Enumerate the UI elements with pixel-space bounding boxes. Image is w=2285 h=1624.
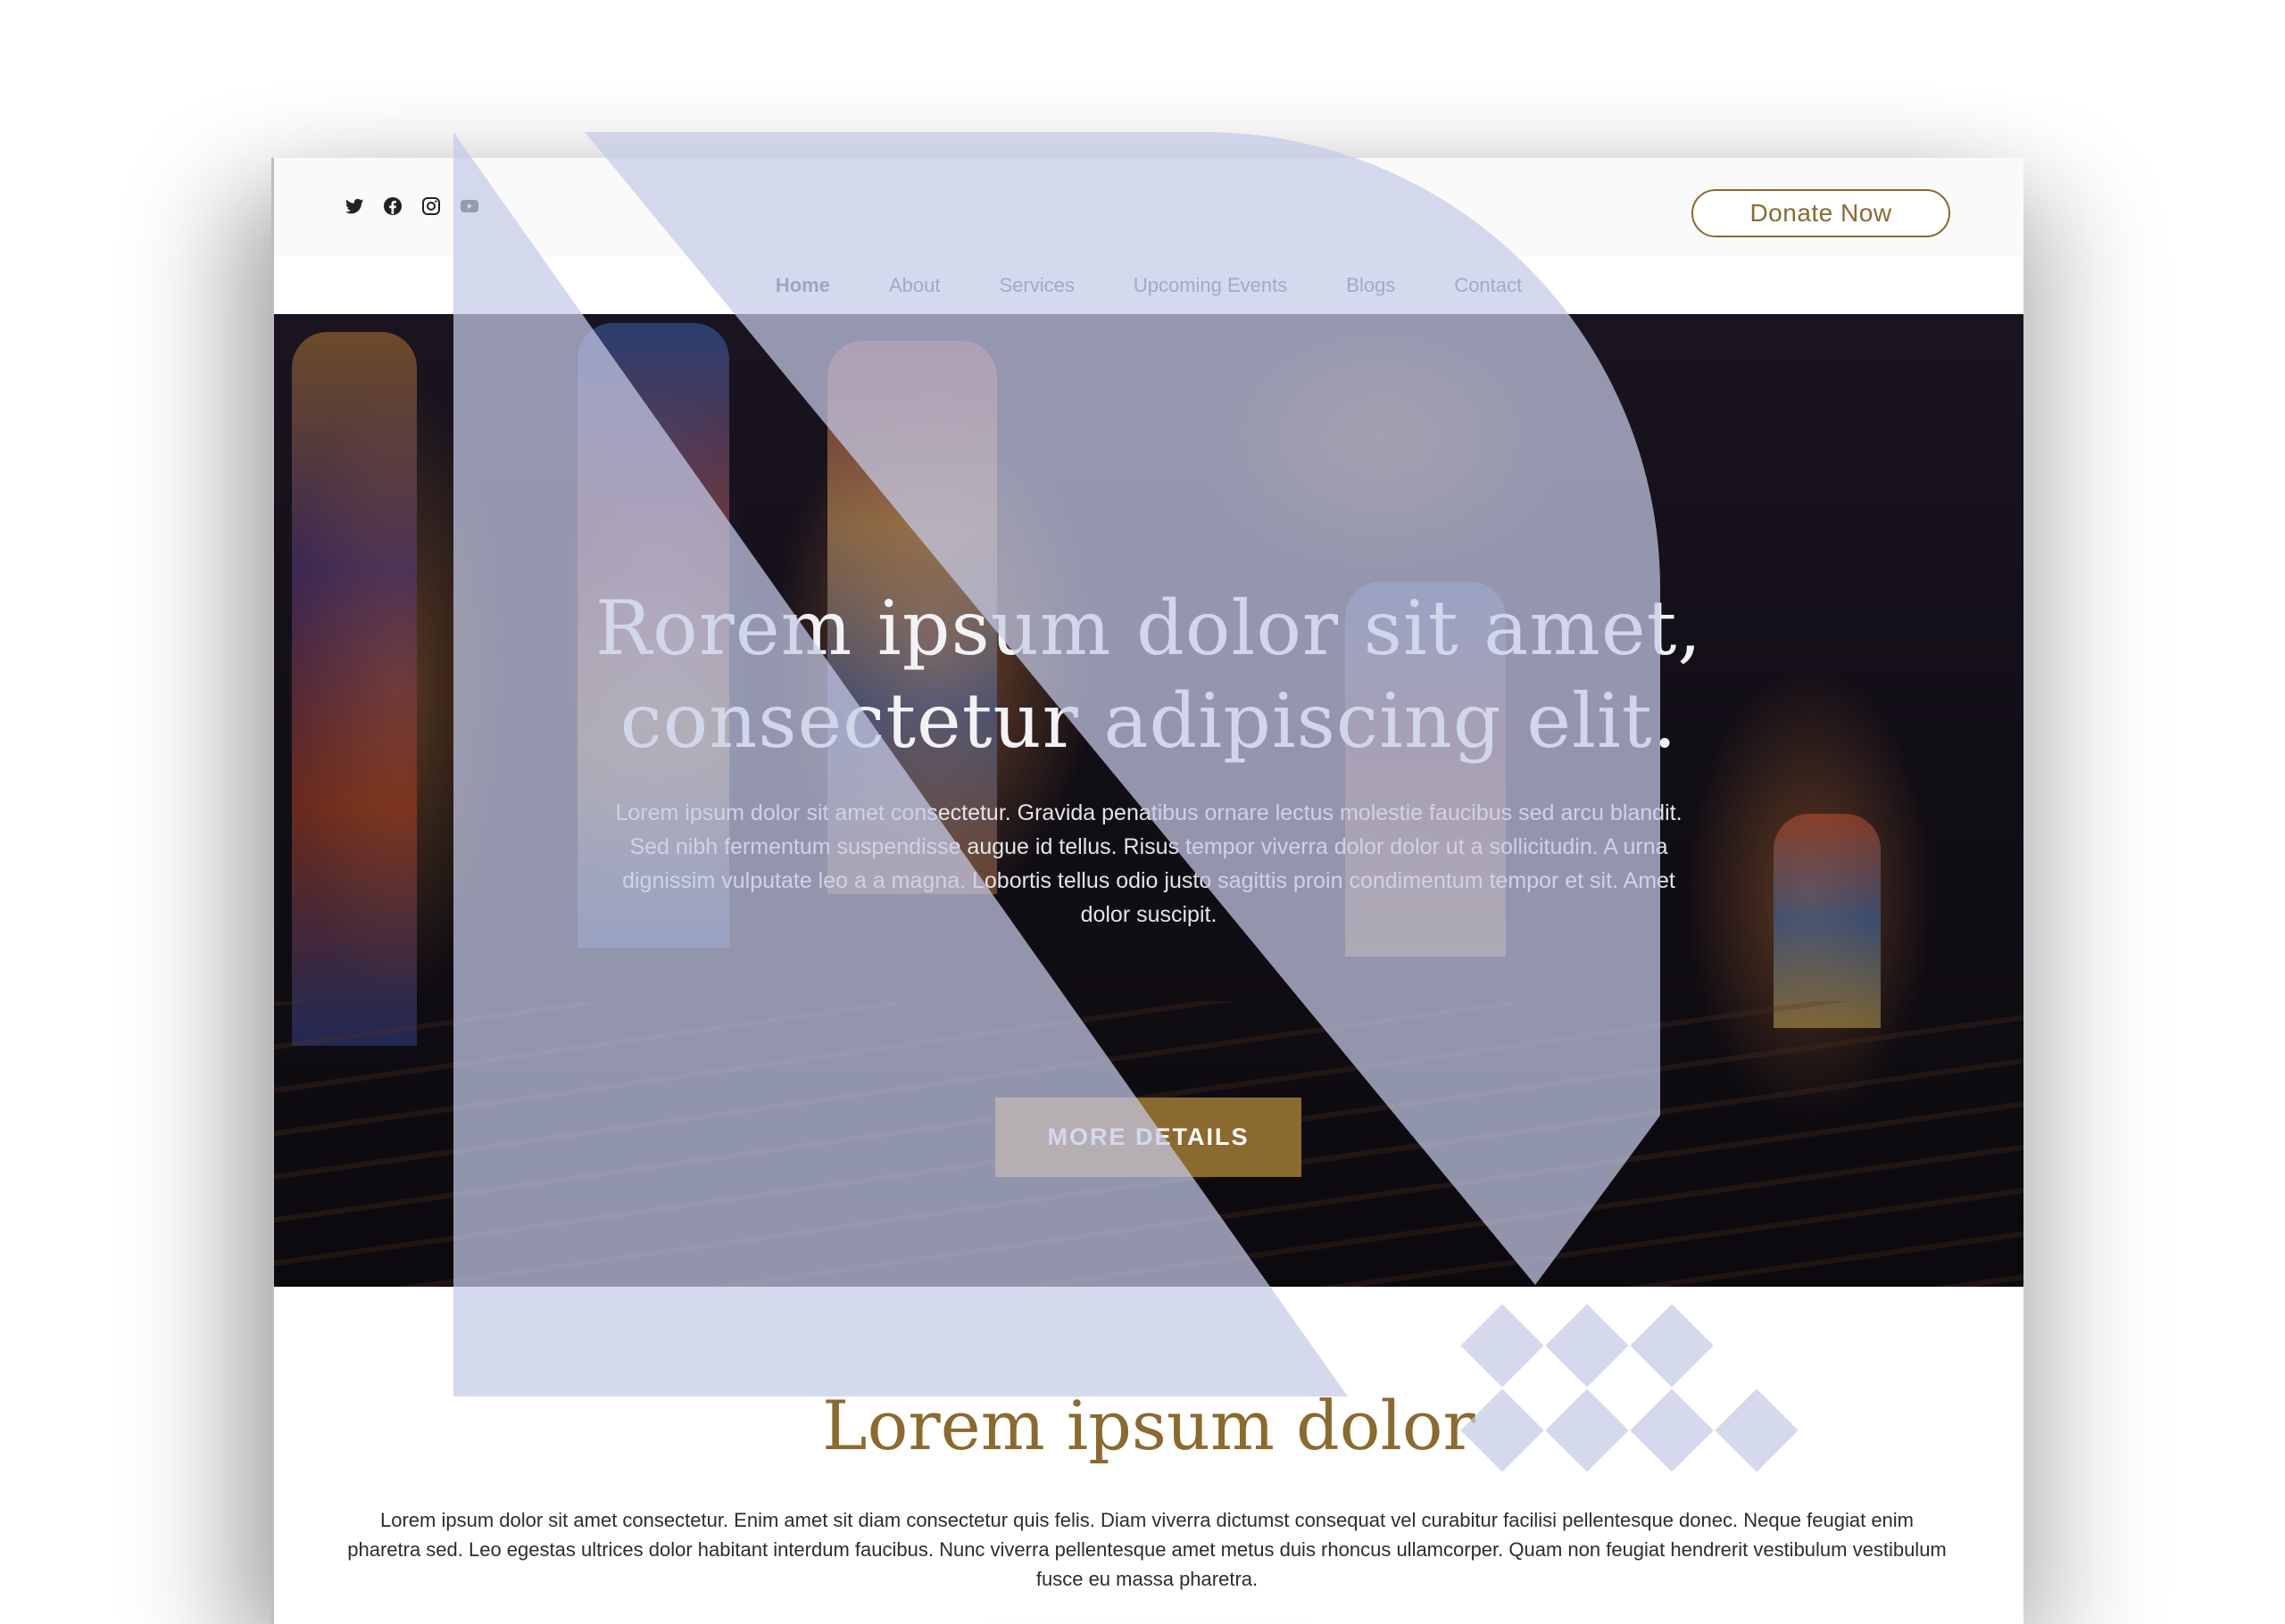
nav-item-about[interactable]: About: [889, 274, 941, 297]
section-title: Lorem ipsum dolor: [822, 1386, 1475, 1465]
hero-title-line1: Rorem ipsum dolor sit amet,: [594, 584, 1703, 672]
hero-section: Rorem ipsum dolor sit amet, consectetur …: [274, 314, 2023, 1287]
browser-frame: Donate Now Home About Services Upcoming …: [271, 158, 2023, 1624]
nav-item-services[interactable]: Services: [999, 274, 1074, 297]
donate-button[interactable]: Donate Now: [1691, 189, 1950, 237]
bottom-glow-decor: [363, 1586, 1934, 1624]
hero-title: Rorem ipsum dolor sit amet, consectetur …: [274, 582, 2023, 767]
instagram-icon[interactable]: [420, 195, 442, 217]
youtube-icon[interactable]: [459, 195, 480, 217]
more-details-button[interactable]: MORE DETAILS: [995, 1098, 1301, 1177]
hero-window-decor: [1774, 814, 1881, 1028]
social-links: [344, 195, 480, 217]
nav-item-upcoming-events[interactable]: Upcoming Events: [1134, 274, 1287, 297]
main-nav: Home About Services Upcoming Events Blog…: [274, 256, 2023, 314]
twitter-icon[interactable]: [344, 195, 365, 217]
hero-text: Lorem ipsum dolor sit amet consectetur. …: [615, 800, 1683, 927]
top-bar: Donate Now: [274, 158, 2023, 257]
hero-title-line2: consectetur adipiscing elit.: [619, 677, 1678, 765]
nav-item-contact[interactable]: Contact: [1454, 274, 1522, 297]
facebook-icon[interactable]: [382, 195, 403, 217]
nav-item-home[interactable]: Home: [776, 274, 830, 297]
section-text: Lorem ipsum dolor sit amet consectetur. …: [347, 1509, 1947, 1590]
nav-item-blogs[interactable]: Blogs: [1346, 274, 1395, 297]
